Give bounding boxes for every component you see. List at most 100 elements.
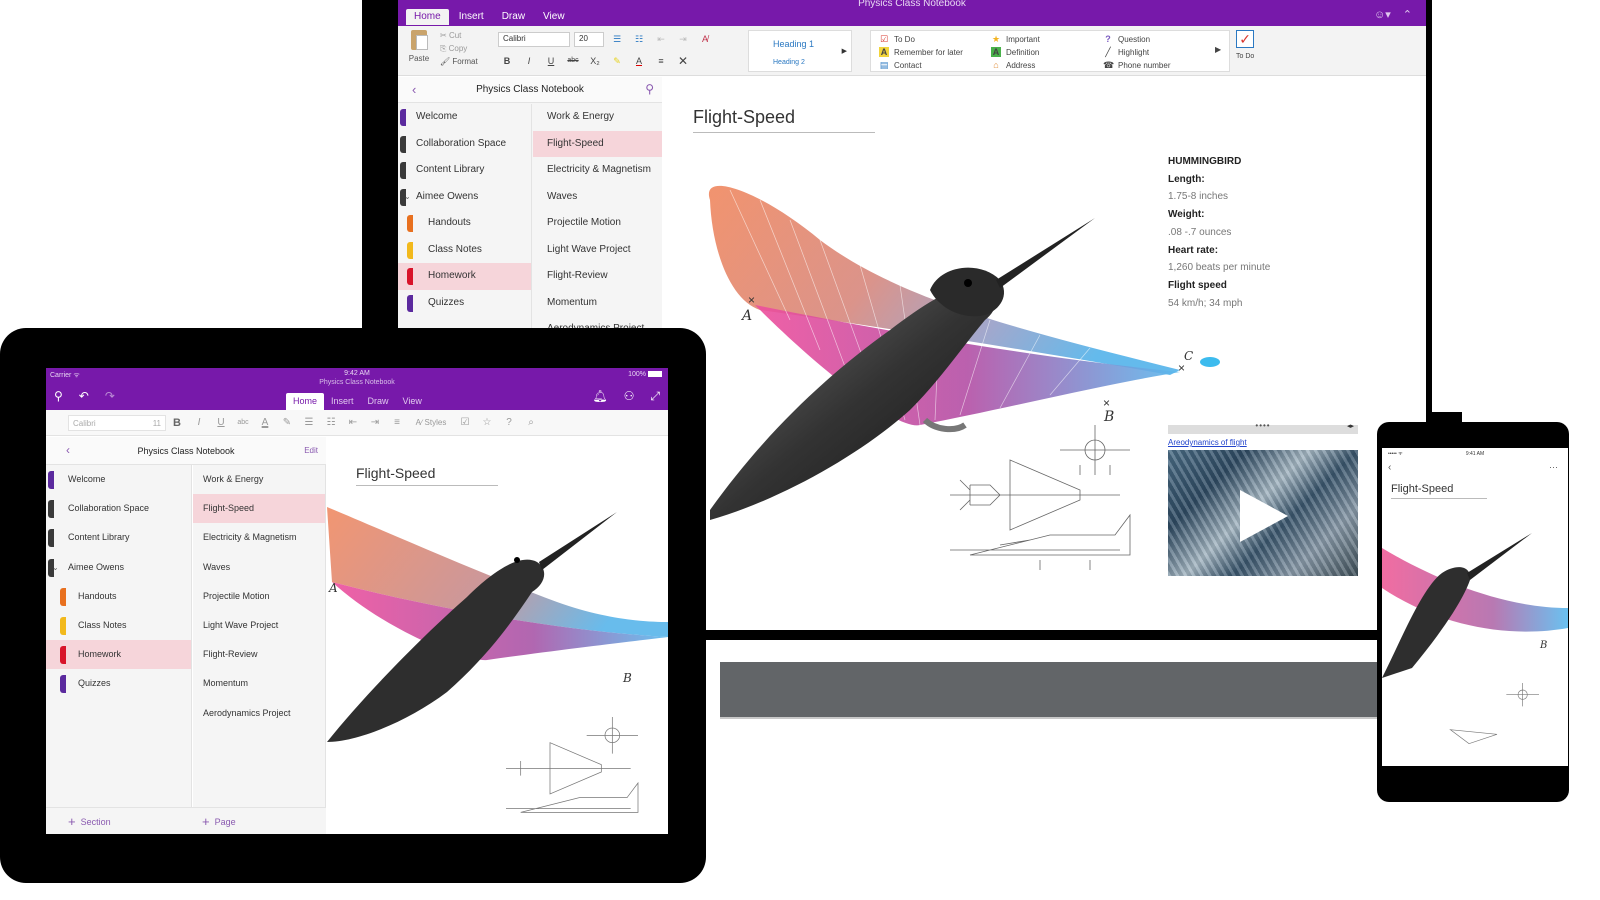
bullets-icon[interactable]: ☰ <box>608 31 626 47</box>
italic-button[interactable]: I <box>520 53 538 69</box>
bold-button[interactable]: B <box>498 53 516 69</box>
indent-icon[interactable]: ⇥ <box>674 31 692 47</box>
checkbox-icon[interactable]: ☑ <box>454 417 476 428</box>
page-waves[interactable]: Waves <box>533 184 662 211</box>
add-page-button[interactable]: + Page <box>202 814 236 829</box>
page-title[interactable]: Flight-Speed <box>356 465 498 486</box>
font-name-select[interactable]: Calibri 11 <box>68 414 166 431</box>
section-welcome[interactable]: Welcome <box>46 465 191 494</box>
bell-icon[interactable]: 🔔︎ <box>592 389 607 404</box>
tag-contact[interactable]: ▤ Contact <box>879 60 922 70</box>
style-heading-1[interactable]: Heading 1 <box>773 39 814 49</box>
page-light-wave-project[interactable]: Light Wave Project <box>533 237 662 264</box>
back-chevron-icon[interactable]: ‹ <box>1388 462 1391 473</box>
page-title[interactable]: Flight-Speed <box>693 107 875 133</box>
highlight-color-icon[interactable]: ✎ <box>608 53 626 69</box>
page-work-energy[interactable]: Work & Energy <box>533 104 662 131</box>
section-handouts[interactable]: Handouts <box>46 582 191 611</box>
tag-more-icon[interactable]: ⌕ <box>520 417 542 428</box>
section-homework[interactable]: Homework <box>46 640 191 670</box>
add-section-button[interactable]: + Section <box>68 814 111 829</box>
page-title[interactable]: Flight-Speed <box>1391 483 1487 499</box>
page-projectile-motion[interactable]: Projectile Motion <box>533 210 662 237</box>
section-welcome[interactable]: Welcome <box>398 104 531 131</box>
edit-button[interactable]: Edit <box>304 446 318 455</box>
style-heading-2[interactable]: Heading 2 <box>773 59 805 66</box>
section-handouts[interactable]: Handouts <box>398 210 531 237</box>
align-icon[interactable]: ≡ <box>386 417 408 428</box>
todo-tag-button[interactable]: ✓ To Do <box>1236 30 1254 60</box>
font-size[interactable]: 11 <box>153 419 161 428</box>
styles-gallery[interactable]: Heading 1 Heading 2 ▶ <box>748 30 852 72</box>
clear-formatting-icon[interactable]: A̸ <box>696 31 714 47</box>
tab-home[interactable]: Home <box>406 9 449 25</box>
bullets-icon[interactable]: ☰ <box>298 417 320 428</box>
tab-view[interactable]: View <box>535 9 573 25</box>
section-homework[interactable]: Homework <box>398 263 531 290</box>
styles-expand-icon[interactable]: ▶ <box>842 47 847 55</box>
redo-icon[interactable]: ↷ <box>105 389 115 403</box>
tab-draw[interactable]: Draw <box>494 9 533 25</box>
tablet-page-canvas[interactable]: Flight-Speed A B <box>327 437 668 834</box>
outdent-icon[interactable]: ⇤ <box>652 31 670 47</box>
strikethrough-button[interactable]: abc <box>232 419 254 426</box>
section-quizzes[interactable]: Quizzes <box>398 290 531 317</box>
section-class-notes[interactable]: Class Notes <box>46 611 191 640</box>
outdent-icon[interactable]: ⇤ <box>342 417 364 428</box>
undo-icon[interactable]: ↶ <box>79 389 89 403</box>
page-flight-review[interactable]: Flight-Review <box>533 263 662 290</box>
styles-button[interactable]: A∕ Styles <box>408 418 454 427</box>
bold-button[interactable]: B <box>166 417 188 429</box>
tags-expand-icon[interactable]: ▶ <box>1215 45 1221 54</box>
page-waves[interactable]: Waves <box>193 553 325 582</box>
page-electricity-magnetism[interactable]: Electricity & Magnetism <box>533 157 662 184</box>
section-aimee-owens[interactable]: ⌄ Aimee Owens <box>46 553 191 582</box>
share-person-icon[interactable]: ⚇ <box>624 389 635 404</box>
tab-draw[interactable]: Draw <box>361 393 396 410</box>
subscript-button[interactable]: X₂ <box>586 53 604 69</box>
page-electricity-magnetism[interactable]: Electricity & Magnetism <box>193 523 325 552</box>
section-content-library[interactable]: Content Library <box>46 523 191 552</box>
page-flight-speed[interactable]: Flight-Speed <box>533 130 662 157</box>
page-momentum[interactable]: Momentum <box>533 290 662 317</box>
tag-definition[interactable]: A Definition <box>991 47 1039 57</box>
chevron-down-icon[interactable]: ⌄ <box>404 184 411 211</box>
play-icon[interactable] <box>1240 490 1288 542</box>
fullscreen-icon[interactable]: ⤢ <box>650 389 660 404</box>
delete-icon[interactable]: ✕ <box>674 53 692 69</box>
copy-button[interactable]: ⎘ Copy <box>440 42 478 55</box>
page-projectile-motion[interactable]: Projectile Motion <box>193 582 325 611</box>
tag-important[interactable]: ★ Important <box>991 34 1040 44</box>
tab-insert[interactable]: Insert <box>324 393 361 410</box>
font-color-icon[interactable]: A <box>254 417 276 428</box>
italic-button[interactable]: I <box>188 417 210 428</box>
numbering-icon[interactable]: ☷ <box>630 31 648 47</box>
section-aimee-owens[interactable]: ⌄ Aimee Owens <box>398 184 531 211</box>
format-painter-button[interactable]: 🖌 Format <box>440 55 478 68</box>
strikethrough-button[interactable]: abc <box>564 53 582 69</box>
font-name-select[interactable]: Calibri <box>498 31 570 47</box>
page-aerodynamics-project[interactable]: Aerodynamics Project <box>193 699 325 728</box>
resize-arrows-icon[interactable]: ◂▸ <box>1347 422 1354 430</box>
section-quizzes[interactable]: Quizzes <box>46 669 191 698</box>
feedback-smiley-icon[interactable]: ☺▾ <box>1374 8 1391 21</box>
tab-home[interactable]: Home <box>286 393 325 410</box>
paste-button[interactable]: Paste <box>404 30 434 63</box>
cut-button[interactable]: ✂ Cut <box>440 29 478 42</box>
search-icon[interactable]: ⚲ <box>54 389 63 403</box>
underline-button[interactable]: U <box>542 53 560 69</box>
page-light-wave-project[interactable]: Light Wave Project <box>193 611 325 640</box>
section-collaboration-space[interactable]: Collaboration Space <box>398 131 531 158</box>
tab-view[interactable]: View <box>396 393 429 410</box>
section-collaboration-space[interactable]: Collaboration Space <box>46 494 191 523</box>
font-color-icon[interactable]: A <box>630 53 648 69</box>
page-flight-review[interactable]: Flight-Review <box>193 640 325 669</box>
underline-button[interactable]: U <box>210 417 232 428</box>
tag-phone[interactable]: ☎ Phone number <box>1103 60 1170 70</box>
page-work-energy[interactable]: Work & Energy <box>193 465 325 494</box>
tag-highlight[interactable]: ╱ Highlight <box>1103 47 1149 57</box>
align-icon[interactable]: ≡ <box>652 53 670 69</box>
section-content-library[interactable]: Content Library <box>398 157 531 184</box>
tag-todo[interactable]: ☑ To Do <box>879 34 915 44</box>
tag-address[interactable]: ⌂ Address <box>991 60 1035 70</box>
